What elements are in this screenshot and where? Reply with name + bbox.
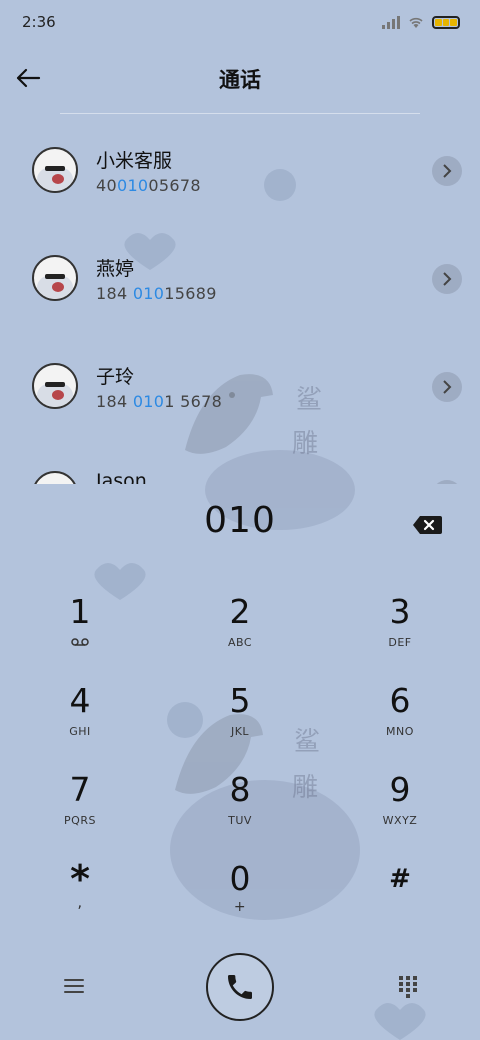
key-letters: GHI	[69, 725, 91, 738]
call-button[interactable]	[206, 953, 274, 1021]
key-digit: 4	[69, 681, 91, 720]
key-letters: ,	[77, 893, 83, 911]
battery-icon	[432, 15, 460, 29]
key-letters: TUV	[228, 814, 252, 827]
chevron-right-icon	[443, 164, 452, 178]
contact-detail-button[interactable]	[432, 156, 462, 186]
shark-avatar-icon	[37, 274, 73, 299]
contact-number: 184 01015689	[96, 284, 217, 303]
contact-item[interactable]: 燕婷 184 01015689	[0, 240, 480, 320]
shark-avatar-icon	[34, 473, 76, 484]
dialpad-icon	[399, 976, 417, 998]
page-title: 通话	[219, 68, 261, 92]
dial-input-area: 010	[0, 500, 480, 560]
key-digit: 8	[229, 770, 251, 809]
key-7[interactable]: 7 PQRS	[20, 770, 140, 850]
arrow-left-icon	[16, 68, 41, 88]
chevron-right-icon	[443, 272, 452, 286]
key-4[interactable]: 4 GHI	[20, 681, 140, 761]
key-digit: 0	[229, 859, 251, 898]
key-letters: ABC	[227, 636, 253, 649]
key-digit: 6	[389, 681, 411, 720]
key-letters: PQRS	[64, 814, 96, 827]
contact-detail-button[interactable]	[432, 264, 462, 294]
key-1[interactable]: 1	[20, 592, 140, 672]
key-digit: 1	[69, 592, 91, 631]
key-hash[interactable]: #	[340, 859, 460, 939]
contact-name: 子玲	[96, 366, 135, 388]
contact-avatar	[32, 255, 78, 301]
phone-icon	[228, 975, 252, 999]
key-digit: 5	[229, 681, 251, 720]
key-digit: 9	[389, 770, 411, 809]
contact-avatar	[32, 471, 78, 484]
key-letters: MNO	[386, 725, 414, 738]
key-8[interactable]: 8 TUV	[180, 770, 300, 850]
key-5[interactable]: 5 JKL	[180, 681, 300, 761]
contact-detail-button[interactable]	[432, 372, 462, 402]
dialpad-toggle-button[interactable]	[394, 972, 422, 1000]
shark-avatar-icon	[37, 382, 73, 407]
contact-number: 4001005678	[96, 176, 201, 195]
contact-avatar	[32, 363, 78, 409]
key-digit: 7	[69, 770, 91, 809]
key-0[interactable]: 0 +	[180, 859, 300, 939]
key-digit: #	[389, 864, 411, 894]
menu-button[interactable]	[60, 972, 88, 1000]
contact-item[interactable]: Jason	[0, 456, 480, 484]
contact-name: 小米客服	[96, 150, 173, 172]
bottom-action-bar	[0, 950, 480, 1030]
dialed-number: 010	[204, 500, 276, 541]
status-time: 2:36	[22, 13, 56, 31]
status-icons	[382, 15, 460, 29]
key-digit: 3	[389, 592, 411, 631]
contact-number: 184 0101 5678	[96, 392, 223, 411]
key-6[interactable]: 6 MNO	[340, 681, 460, 761]
key-9[interactable]: 9 WXYZ	[340, 770, 460, 850]
key-digit: 2	[229, 592, 251, 631]
chevron-right-icon	[443, 380, 452, 394]
contact-name: 燕婷	[96, 258, 135, 280]
contact-detail-button[interactable]	[432, 480, 462, 484]
key-2[interactable]: 2 ABC	[180, 592, 300, 672]
key-star[interactable]: * ,	[20, 859, 140, 939]
key-3[interactable]: 3 DEF	[340, 592, 460, 672]
contact-item[interactable]: 小米客服 4001005678	[0, 132, 480, 212]
shark-avatar-icon	[37, 166, 73, 191]
key-letters: WXYZ	[382, 814, 418, 827]
contact-name: Jason	[96, 470, 147, 484]
backspace-button[interactable]	[410, 512, 444, 538]
contact-avatar	[32, 147, 78, 193]
voicemail-icon	[71, 638, 89, 646]
backspace-icon	[413, 516, 442, 534]
key-letters: +	[233, 899, 247, 915]
header: 通话	[0, 50, 480, 108]
contact-item[interactable]: 子玲 184 0101 5678	[0, 348, 480, 428]
key-letters: JKL	[230, 725, 250, 738]
back-button[interactable]	[8, 58, 48, 98]
signal-icon	[382, 15, 400, 29]
contact-results-list: 小米客服 4001005678 燕婷 184 01015689 子玲 184 0…	[0, 112, 480, 484]
status-bar: 2:36	[0, 0, 480, 44]
key-letters: DEF	[388, 636, 412, 649]
menu-icon	[64, 979, 84, 993]
wifi-icon	[409, 17, 423, 28]
